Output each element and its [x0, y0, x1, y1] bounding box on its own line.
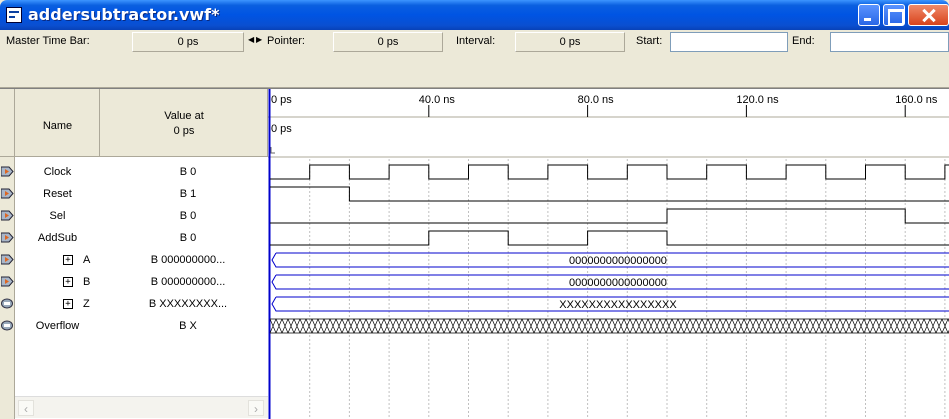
signal-value-cell: B 0: [100, 161, 268, 183]
scroll-right-icon[interactable]: ›: [248, 400, 264, 416]
signal-name: Overflow: [35, 320, 80, 332]
signal-value: B XXXXXXXX...: [148, 298, 228, 310]
signal-value-cell: B 1: [100, 183, 268, 205]
signal-value-cell: B XXXXXXXX...: [100, 293, 268, 315]
bus-z-waveform-label: XXXXXXXXXXXXXXXX: [559, 299, 677, 311]
signal-name-cell[interactable]: + B: [15, 271, 100, 293]
signal-name: Sel: [49, 210, 66, 222]
time-bar: Master Time Bar: 0 ps ◀ ▶ Pointer: 0 ps …: [0, 30, 949, 88]
time-tick-label: 0 ps: [271, 94, 292, 106]
signal-name-cell[interactable]: Overflow: [15, 315, 100, 337]
signal-name-cell[interactable]: + A: [15, 249, 100, 271]
input-pin-icon: [1, 232, 14, 243]
waveform-file-icon: [6, 7, 22, 23]
time-tick-label: 160.0 ns: [895, 94, 938, 106]
time-tick-label: 40.0 ns: [419, 94, 456, 106]
start-field[interactable]: [670, 32, 788, 52]
interval-field: 0 ps: [515, 32, 625, 52]
input-pin-icon: [1, 188, 14, 199]
value-column-header[interactable]: Value at 0 ps: [100, 89, 268, 157]
output-pin-icon: [1, 298, 14, 309]
overflow-waveform: [269, 318, 949, 334]
input-pin-icon: [1, 166, 14, 177]
end-label: End:: [792, 35, 815, 47]
value-header-line2: 0 ps: [173, 125, 195, 137]
input-pin-icon: [1, 276, 14, 287]
value-header-label: Value at 0 ps: [100, 109, 268, 139]
sel-waveform: [270, 208, 949, 224]
waveform-canvas[interactable]: 0 ps 40.0 ns 80.0 ns 120.0 ns 160.0 ns 0 ps 00…: [268, 89, 949, 419]
expand-plus-icon[interactable]: +: [63, 255, 73, 265]
signal-value: B 0: [179, 210, 197, 222]
maximize-button[interactable]: [883, 4, 905, 26]
signal-name: Clock: [43, 166, 72, 178]
signal-name: Reset: [43, 188, 72, 200]
pointer-field: 0 ps: [333, 32, 443, 52]
input-pin-icon: [1, 254, 14, 265]
expand-plus-icon[interactable]: +: [63, 299, 73, 309]
minimize-button[interactable]: [858, 4, 880, 26]
signal-name-cell[interactable]: Clock: [15, 161, 100, 183]
signal-value: B 0: [179, 232, 197, 244]
signal-value: B X: [179, 320, 197, 332]
title-bar: addersubtractor.vwf*: [0, 0, 949, 30]
bus-a-waveform-label: 0000000000000000: [569, 255, 667, 267]
addsub-waveform: [270, 230, 949, 246]
horizontal-scrollbar[interactable]: ‹ ›: [15, 396, 268, 418]
signal-name-cell[interactable]: AddSub: [15, 227, 100, 249]
time-tick-label: 80.0 ns: [578, 94, 615, 106]
signal-value-cell: B 000000000...: [100, 249, 268, 271]
time-bar-arrows[interactable]: ◀ ▶: [246, 33, 264, 49]
cursor-label: 0 ps: [271, 123, 292, 135]
waveform-editor-pane: Name Value at 0 ps Clock B 0 Reset B 1 Sel B 0…: [0, 88, 949, 419]
output-pin-icon: [1, 320, 14, 331]
input-pin-icon: [1, 210, 14, 221]
signal-value-cell: B 0: [100, 205, 268, 227]
signal-value: B 0: [179, 166, 197, 178]
signal-name: AddSub: [37, 232, 78, 244]
value-header-line1: Value at: [164, 110, 204, 122]
time-tick-label: 120.0 ns: [736, 94, 779, 106]
signal-value-cell: B X: [100, 315, 268, 337]
expand-plus-icon[interactable]: +: [63, 277, 73, 287]
start-label: Start:: [636, 35, 663, 47]
arrow-right-icon[interactable]: ▶: [256, 35, 262, 44]
signal-name-cell[interactable]: + Z: [15, 293, 100, 315]
signal-value: B 000000000...: [150, 276, 226, 288]
waveform-display[interactable]: 0 ps 40.0 ns 80.0 ns 120.0 ns 160.0 ns 0 ps 00…: [268, 89, 949, 419]
reset-waveform: [270, 186, 949, 202]
master-time-bar-label: Master Time Bar:: [6, 35, 90, 47]
close-button[interactable]: [908, 4, 949, 26]
name-column-header[interactable]: Name: [15, 89, 100, 157]
end-field[interactable]: [830, 32, 949, 52]
pointer-label: Pointer:: [267, 35, 305, 47]
signal-name-cell[interactable]: Reset: [15, 183, 100, 205]
signal-value: B 1: [179, 188, 197, 200]
arrow-left-icon[interactable]: ◀: [248, 35, 254, 44]
scroll-left-icon[interactable]: ‹: [18, 400, 34, 416]
name-header-label: Name: [42, 120, 73, 132]
clock-waveform: [270, 164, 949, 180]
window-title: addersubtractor.vwf*: [28, 5, 220, 24]
bus-b-waveform-label: 0000000000000000: [569, 277, 667, 289]
signal-value-cell: B 0: [100, 227, 268, 249]
signal-value-cell: B 000000000...: [100, 271, 268, 293]
master-time-bar-field[interactable]: 0 ps: [132, 32, 244, 52]
interval-label: Interval:: [456, 35, 496, 47]
signal-value: B 000000000...: [150, 254, 226, 266]
signal-name-cell[interactable]: Sel: [15, 205, 100, 227]
